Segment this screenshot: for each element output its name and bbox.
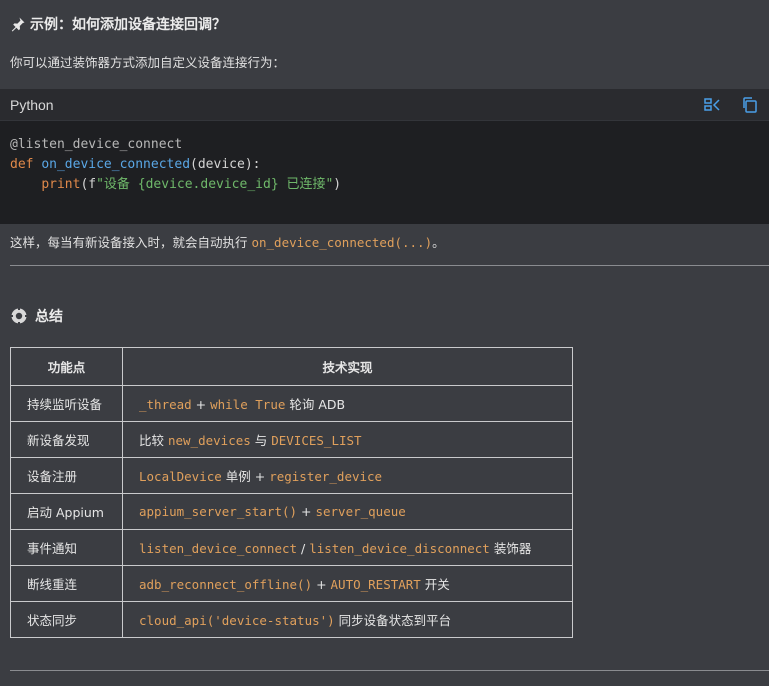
code-token: ) <box>333 177 342 192</box>
inline-code: while True <box>210 397 286 412</box>
inline-code: LocalDevice <box>139 469 222 484</box>
inline-code: listen_device_disconnect <box>309 541 490 556</box>
impl-text: 同步设备状态到平台 <box>334 613 452 628</box>
impl-text: 轮询 ADB <box>285 397 346 412</box>
impl-text: 比较 <box>139 433 168 448</box>
summary-table: 功能点 技术实现 持续监听设备 _thread + while True 轮询 A… <box>10 347 573 638</box>
inline-code: appium_server_start() <box>139 504 298 519</box>
impl-text: + <box>297 504 316 519</box>
code-token: "设备 {device.device_id} 已连接" <box>96 177 334 192</box>
table-row: 事件通知 listen_device_connect / listen_devic… <box>10 529 573 566</box>
impl-cell: 比较 new_devices 与 DEVICES_LIST <box>122 421 573 458</box>
table-header-impl: 技术实现 <box>122 347 573 386</box>
impl-cell: listen_device_connect / listen_device_di… <box>122 529 573 566</box>
pushpin-icon <box>11 17 25 32</box>
after-paragraph: 这样，每当有新设备接入时，就会自动执行 on_device_connected(… <box>10 232 445 251</box>
gear-icon <box>10 307 28 325</box>
impl-text: 单例 + <box>221 469 270 484</box>
code-actions <box>703 96 759 114</box>
impl-cell: appium_server_start() + server_queue <box>122 493 573 530</box>
after-text-before: 这样，每当有新设备接入时，就会自动执行 <box>10 235 252 250</box>
inline-code: cloud_api('device-status') <box>139 613 335 628</box>
inline-code: new_devices <box>167 433 251 448</box>
section-heading-example: 示例：如何添加设备连接回调？ <box>10 14 226 34</box>
code-line: print(f"设备 {device.device_id} 已连接") <box>10 175 759 195</box>
feature-cell: 新设备发现 <box>10 421 123 458</box>
wrap-lines-icon[interactable] <box>703 96 721 114</box>
inline-code: _thread <box>139 397 192 412</box>
impl-cell: LocalDevice 单例 + register_device <box>122 457 573 494</box>
code-line: @listen_device_connect <box>10 135 759 155</box>
impl-text: 开关 <box>420 577 450 592</box>
inline-code: register_device <box>269 469 383 484</box>
code-token: (device): <box>190 157 261 172</box>
code-block: Python @listen_device_connectdef on_devi… <box>0 89 769 224</box>
table-row: 持续监听设备 _thread + while True 轮询 ADB <box>10 385 573 422</box>
inline-code: adb_reconnect_offline() <box>139 577 313 592</box>
after-text-after: 。 <box>432 235 445 250</box>
code-token: print <box>41 177 81 192</box>
table-row: 启动 Appium appium_server_start() + server_… <box>10 493 573 530</box>
code-line: def on_device_connected(device): <box>10 155 759 175</box>
feature-cell: 状态同步 <box>10 601 123 638</box>
code-body[interactable]: @listen_device_connectdef on_device_conn… <box>0 121 769 195</box>
summary-title-text: 总结 <box>35 309 63 325</box>
code-header: Python <box>0 89 769 121</box>
chat-message: 示例：如何添加设备连接回调？ 你可以通过装饰器方式添加自定义设备连接行为： Py… <box>0 0 769 686</box>
heading-text: 示例：如何添加设备连接回调？ <box>30 17 226 33</box>
feature-cell: 持续监听设备 <box>10 385 123 422</box>
inline-code: AUTO_RESTART <box>330 577 421 592</box>
code-token: (f <box>80 177 97 192</box>
table-header-row: 功能点 技术实现 <box>10 347 573 386</box>
impl-text: 与 <box>250 433 272 448</box>
intro-paragraph: 你可以通过装饰器方式添加自定义设备连接行为： <box>10 55 286 70</box>
divider <box>10 265 769 266</box>
impl-cell: cloud_api('device-status') 同步设备状态到平台 <box>122 601 573 638</box>
inline-code: server_queue <box>315 504 406 519</box>
impl-text: 装饰器 <box>489 541 532 556</box>
inline-code: DEVICES_LIST <box>271 433 362 448</box>
impl-cell: adb_reconnect_offline() + AUTO_RESTART 开… <box>122 565 573 602</box>
feature-cell: 设备注册 <box>10 457 123 494</box>
code-token: def <box>10 157 42 172</box>
table-row: 状态同步 cloud_api('device-status') 同步设备状态到平台 <box>10 601 573 638</box>
section-heading-summary: 总结 <box>10 306 63 326</box>
table-row: 断线重连 adb_reconnect_offline() + AUTO_RESTA… <box>10 565 573 602</box>
impl-cell: _thread + while True 轮询 ADB <box>122 385 573 422</box>
divider-bottom <box>10 670 769 671</box>
impl-text: + <box>312 577 331 592</box>
code-token: @listen_device_connect <box>10 137 183 152</box>
impl-text: / <box>297 541 310 556</box>
copy-icon[interactable] <box>741 96 759 114</box>
feature-cell: 事件通知 <box>10 529 123 566</box>
table-row: 设备注册 LocalDevice 单例 + register_device <box>10 457 573 494</box>
feature-cell: 断线重连 <box>10 565 123 602</box>
table-row: 新设备发现 比较 new_devices 与 DEVICES_LIST <box>10 421 573 458</box>
code-token: on_device_connected <box>41 157 191 172</box>
inline-code: on_device_connected(...) <box>251 235 433 250</box>
feature-cell: 启动 Appium <box>10 493 123 530</box>
table-header-feature: 功能点 <box>10 347 123 386</box>
inline-code: listen_device_connect <box>139 541 298 556</box>
impl-text: + <box>191 397 211 412</box>
code-language-label: Python <box>10 96 54 113</box>
